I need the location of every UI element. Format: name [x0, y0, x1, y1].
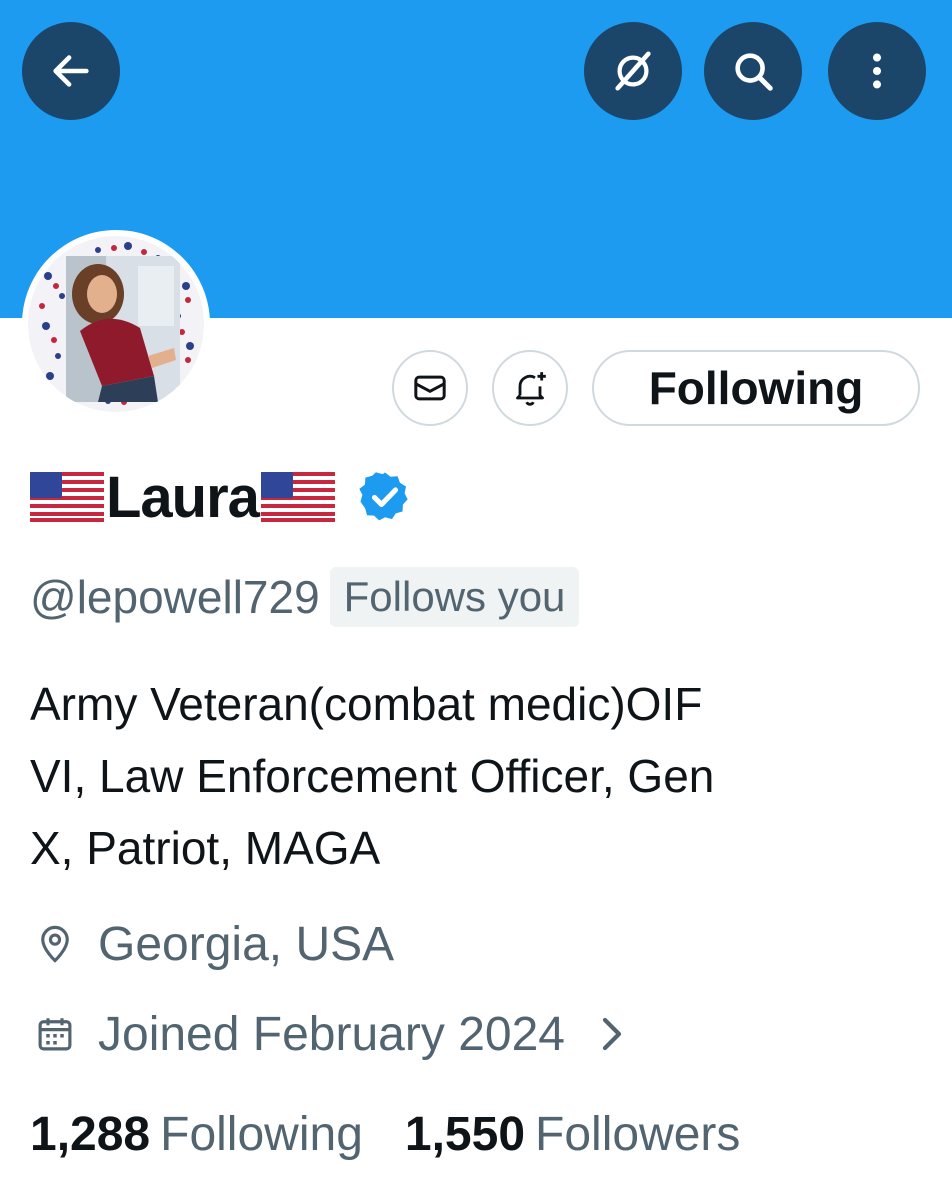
- more-button[interactable]: [828, 22, 926, 120]
- avatar-image: [28, 236, 204, 412]
- envelope-icon: [414, 375, 446, 401]
- following-button[interactable]: Following: [592, 350, 920, 426]
- message-button[interactable]: [392, 350, 468, 426]
- joined-row[interactable]: Joined February 2024: [34, 1004, 655, 1064]
- back-button[interactable]: [22, 22, 120, 120]
- us-flag-icon: [260, 472, 335, 522]
- notifications-button[interactable]: [492, 350, 568, 426]
- more-vertical-icon: [872, 53, 882, 89]
- display-name: Laura: [106, 464, 260, 530]
- grok-icon: [615, 51, 651, 91]
- search-icon: [735, 53, 773, 91]
- bio-line: Army Veteran(combat medic)OIF: [30, 678, 703, 730]
- avatar[interactable]: [22, 230, 210, 418]
- verified-badge-icon[interactable]: [357, 469, 413, 525]
- location-row: Georgia, USA: [34, 914, 394, 974]
- arrow-left-icon: [53, 55, 89, 87]
- display-name-row: Laura: [30, 462, 413, 532]
- following-label: Following: [160, 1107, 363, 1161]
- calendar-icon: [38, 1018, 72, 1051]
- followers-count: 1,550: [404, 1107, 526, 1161]
- grok-button[interactable]: [584, 22, 682, 120]
- handle-row: @lepowell729 Follows you: [30, 562, 580, 632]
- following-stat[interactable]: 1,288 Following: [30, 1107, 363, 1162]
- bell-plus-icon: [516, 372, 546, 406]
- user-handle: @lepowell729: [30, 571, 320, 623]
- location-text: Georgia, USA: [98, 917, 395, 971]
- followers-stat[interactable]: 1,550 Followers: [405, 1107, 741, 1162]
- bio-line: X, Patriot, MAGA: [30, 822, 381, 874]
- chevron-right-icon: [602, 1017, 622, 1051]
- profile-bio: Army Veteran(combat medic)OIF VI, Law En…: [30, 668, 910, 884]
- followers-label: Followers: [535, 1107, 741, 1161]
- joined-text: Joined February 2024: [98, 1007, 565, 1061]
- us-flag-icon: [30, 472, 104, 522]
- follows-you-badge: Follows you: [329, 567, 580, 627]
- search-button[interactable]: [704, 22, 802, 120]
- bio-line: VI, Law Enforcement Officer, Gen: [30, 750, 715, 802]
- following-count: 1,288: [30, 1107, 151, 1161]
- location-pin-icon: [41, 925, 69, 963]
- follow-stats: 1,288 Following 1,550 Followers: [30, 1102, 740, 1166]
